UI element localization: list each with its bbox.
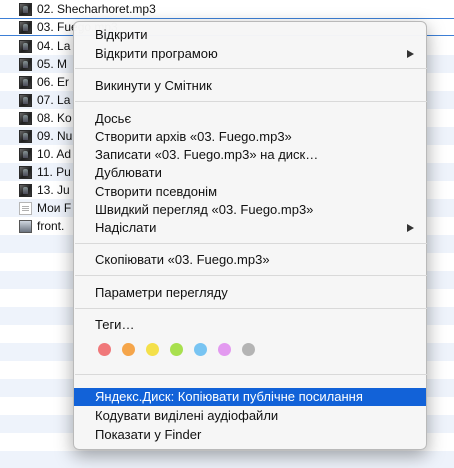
menu-item-copy[interactable]: Скопіювати «03. Fuego.mp3» xyxy=(74,251,426,269)
menu-item-yandex-disk-copy-link[interactable]: Яндекс.Диск: Копіювати публічне посиланн… xyxy=(74,388,426,406)
menu-item-view-options[interactable]: Параметри перегляду xyxy=(74,284,426,302)
file-name: 11. Pu xyxy=(37,165,71,179)
tag-blue-dot[interactable] xyxy=(194,343,207,356)
album-art-icon xyxy=(19,39,32,53)
menu-item-move-to-trash[interactable]: Викинути у Смітник xyxy=(74,77,426,95)
album-art-icon xyxy=(19,111,32,125)
menu-separator xyxy=(75,275,427,276)
submenu-arrow-icon xyxy=(407,224,414,232)
menu-item-duplicate[interactable]: Дублювати xyxy=(74,164,426,182)
album-art-icon xyxy=(19,93,32,107)
tag-gray-dot[interactable] xyxy=(242,343,255,356)
album-art-icon xyxy=(19,57,32,71)
album-art-icon xyxy=(19,20,32,34)
file-name: 13. Ju xyxy=(37,183,70,197)
tag-yellow-dot[interactable] xyxy=(146,343,159,356)
menu-separator xyxy=(75,374,427,375)
album-art-icon xyxy=(19,129,32,143)
menu-item-show-in-finder[interactable]: Показати у Finder xyxy=(74,426,426,444)
menu-separator xyxy=(75,101,427,102)
menu-item-label: Відкрити програмою xyxy=(95,46,218,61)
menu-item-dossier[interactable]: Досьє xyxy=(74,110,426,128)
menu-item-encode-audio[interactable]: Кодувати виділені аудіофайли xyxy=(74,407,426,425)
menu-item-quick-look[interactable]: Швидкий перегляд «03. Fuego.mp3» xyxy=(74,201,426,219)
album-art-icon xyxy=(19,75,32,89)
tag-orange-dot[interactable] xyxy=(122,343,135,356)
album-art-icon xyxy=(19,2,32,16)
menu-item-make-alias[interactable]: Створити псевдонім xyxy=(74,183,426,201)
file-name: 06. Er xyxy=(37,75,70,89)
menu-separator xyxy=(75,243,427,244)
tag-red-dot[interactable] xyxy=(98,343,111,356)
file-name: 09. Nu xyxy=(37,129,73,143)
menu-separator xyxy=(75,308,427,309)
menu-item-open-with[interactable]: Відкрити програмою xyxy=(74,45,426,63)
album-art-icon xyxy=(19,165,32,179)
menu-item-open[interactable]: Відкрити xyxy=(74,26,426,44)
tag-color-picker xyxy=(98,343,255,357)
album-art-icon xyxy=(19,183,32,197)
file-name: 10. Ad xyxy=(37,147,72,161)
file-name: Мои F xyxy=(37,201,72,215)
file-name: 04. La xyxy=(37,39,71,53)
album-art-icon xyxy=(19,147,32,161)
menu-item-share[interactable]: Надіслати xyxy=(74,219,426,237)
menu-item-tags[interactable]: Теги… xyxy=(74,316,426,334)
file-name: 07. La xyxy=(37,93,71,107)
menu-separator xyxy=(75,68,427,69)
document-icon xyxy=(19,201,32,215)
menu-item-label: Надіслати xyxy=(95,220,157,235)
menu-item-burn[interactable]: Записати «03. Fuego.mp3» на диск… xyxy=(74,146,426,164)
menu-item-compress[interactable]: Створити архів «03. Fuego.mp3» xyxy=(74,128,426,146)
empty-row xyxy=(0,451,454,468)
context-menu: Відкрити Відкрити програмою Викинути у С… xyxy=(73,21,427,450)
file-name: 05. M xyxy=(37,57,68,71)
file-row[interactable]: 02. Shecharhoret.mp3 xyxy=(0,0,454,18)
submenu-arrow-icon xyxy=(407,50,414,58)
image-file-icon xyxy=(19,219,32,233)
file-name: front. xyxy=(37,219,65,233)
tag-purple-dot[interactable] xyxy=(218,343,231,356)
file-name: 08. Ko xyxy=(37,111,72,125)
tag-green-dot[interactable] xyxy=(170,343,183,356)
file-name: 02. Shecharhoret.mp3 xyxy=(37,2,156,16)
